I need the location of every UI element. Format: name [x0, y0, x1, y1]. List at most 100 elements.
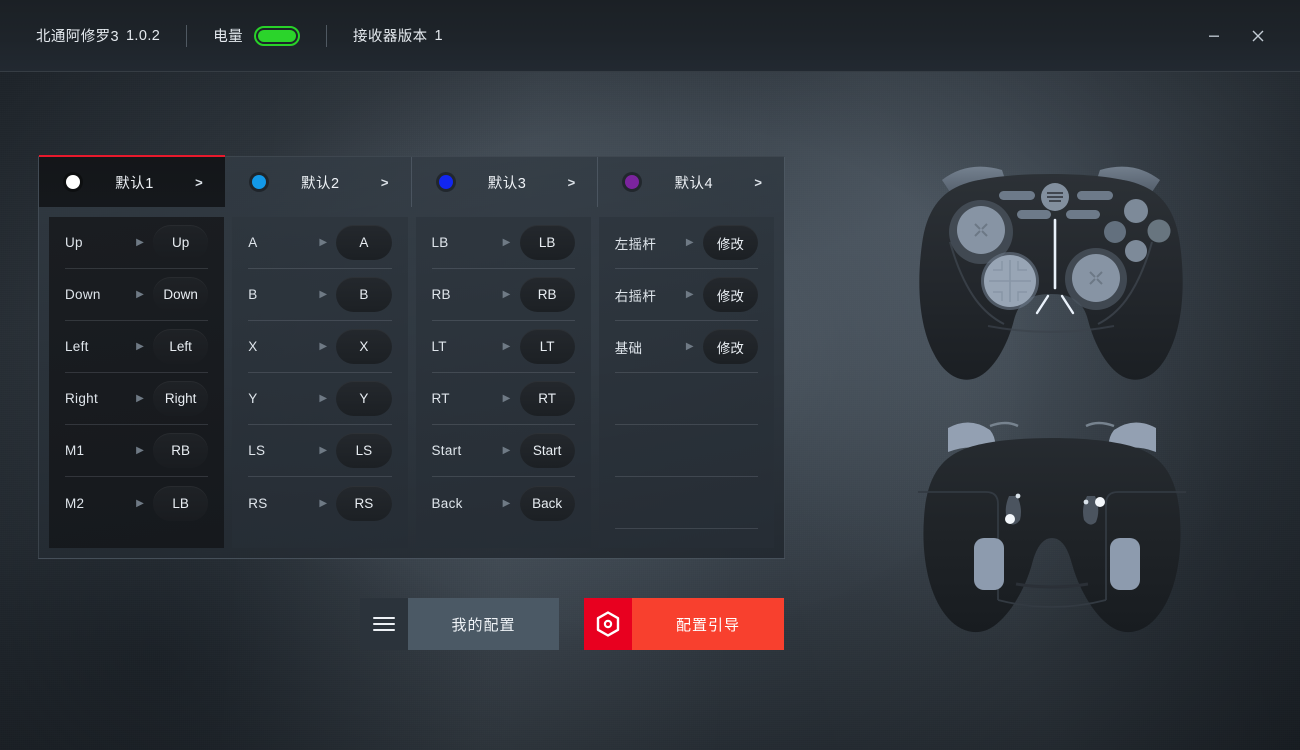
- modify-button[interactable]: 修改: [702, 277, 758, 312]
- chevron-right-icon[interactable]: >: [381, 175, 389, 190]
- mapping-target-button[interactable]: LT: [519, 329, 575, 364]
- mapping-row: Y ▶ Y: [248, 373, 392, 425]
- button-y: [1124, 199, 1148, 223]
- mapping-row: LB ▶ LB: [431, 217, 575, 269]
- config-guide-label: 配置引导: [632, 598, 784, 650]
- mapping-target-button[interactable]: RB: [519, 277, 575, 312]
- mapping-source-label: RS: [248, 495, 268, 511]
- product-name-and-version: 北通阿修罗3 1.0.2: [36, 25, 160, 46]
- arrow-right-icon: ▶: [502, 341, 511, 352]
- mapping-row: B ▶ B: [248, 269, 392, 321]
- arrow-right-icon: ▶: [502, 497, 511, 509]
- minimize-button[interactable]: [1196, 19, 1232, 53]
- mapping-source-label: Up: [65, 235, 83, 250]
- mapping-column-face-buttons: A ▶ A B ▶ B X ▶ X Y ▶ Y LS ▶ LS RS ▶ RS: [232, 217, 408, 548]
- tab-label: 默认4: [674, 175, 714, 192]
- my-config-label: 我的配置: [408, 598, 559, 650]
- arrow-right-icon: ▶: [136, 393, 144, 404]
- arrow-right-icon: ▶: [685, 237, 694, 248]
- mapping-source-label: LT: [431, 339, 447, 354]
- mapping-target-button[interactable]: Y: [336, 381, 392, 416]
- hexagon-target-icon-wrap[interactable]: [584, 598, 632, 650]
- mapping-row: M1 ▶ RB: [65, 425, 209, 477]
- gamepad-front-illustration: [919, 166, 1183, 380]
- modify-button[interactable]: 修改: [702, 225, 758, 260]
- mapping-target-button[interactable]: Up: [153, 225, 209, 260]
- mapping-source-label: Left: [65, 339, 89, 354]
- tab-profile-2[interactable]: 默认2 >: [225, 157, 412, 207]
- mapping-target-button[interactable]: LB: [153, 485, 209, 521]
- button-x: [1104, 221, 1126, 243]
- pairing-light-left: [1035, 294, 1050, 315]
- controller-body-back: [923, 438, 1181, 633]
- chevron-right-icon[interactable]: >: [195, 175, 203, 190]
- gamepad-back-illustration: [918, 421, 1186, 633]
- my-config-button[interactable]: 我的配置: [360, 598, 559, 650]
- mapping-column-shoulders: LB ▶ LB RB ▶ RB LT ▶ LT RT ▶ RT Start ▶ …: [415, 217, 591, 548]
- battery-icon: [254, 25, 301, 46]
- arrow-right-icon: ▶: [136, 341, 144, 352]
- mapping-target-button[interactable]: A: [336, 225, 392, 260]
- paddle-m2: [1110, 538, 1140, 590]
- mapping-target-button[interactable]: LB: [519, 225, 575, 260]
- mapping-target-button[interactable]: LS: [336, 433, 392, 468]
- battery-fill: [258, 29, 297, 42]
- pairing-light-right: [1060, 294, 1075, 315]
- title-bar: 北通阿修罗3 1.0.2 电量 接收器版本 1: [0, 0, 1300, 72]
- config-guide-button[interactable]: 配置引导: [584, 598, 784, 650]
- battery-door-seam: [1015, 582, 1089, 589]
- chevron-right-icon[interactable]: >: [754, 175, 762, 190]
- mapping-source-label: M2: [65, 495, 85, 511]
- receiver-version: 接收器版本 1: [353, 25, 443, 46]
- left-stick: [957, 206, 1005, 254]
- mapping-source-label: Back: [431, 495, 463, 511]
- mapping-source-label: B: [248, 287, 258, 302]
- chevron-right-icon[interactable]: >: [568, 175, 576, 190]
- mapping-row: Left ▶ Left: [65, 321, 209, 373]
- left-sensor-dot: [1005, 514, 1015, 524]
- arrow-right-icon: ▶: [136, 497, 144, 509]
- mapping-row: Right ▶ Right: [65, 373, 209, 425]
- mapping-row: 左摇杆 ▶ 修改: [614, 217, 758, 269]
- button-b: [1147, 219, 1171, 243]
- mapping-target-button[interactable]: X: [336, 329, 392, 364]
- mapping-row: RS ▶ RS: [248, 477, 392, 529]
- mapping-target-button[interactable]: RS: [336, 485, 392, 521]
- mapping-target-button[interactable]: Right: [153, 381, 209, 416]
- close-button[interactable]: [1240, 19, 1276, 53]
- mapping-source-label: RT: [431, 391, 450, 406]
- menu-button: [1077, 191, 1113, 200]
- mapping-target-button[interactable]: RT: [519, 381, 575, 416]
- tab-profile-3[interactable]: 默认3 >: [412, 157, 599, 207]
- tab-label: 默认3: [487, 175, 527, 192]
- mapping-row: LT ▶ LT: [431, 321, 575, 373]
- extra-button: [1066, 210, 1100, 219]
- left-sensor-small-dot: [1015, 493, 1021, 499]
- mapping-target-button[interactable]: RB: [153, 433, 209, 468]
- tab-profile-1[interactable]: 默认1 >: [39, 155, 225, 207]
- mapping-target-button[interactable]: Start: [519, 433, 575, 468]
- arrow-right-icon: ▶: [685, 289, 694, 300]
- view-button: [999, 191, 1035, 200]
- arrow-right-icon: ▶: [136, 237, 144, 248]
- product-name: 北通阿修罗3: [36, 29, 119, 45]
- mapping-row: LS ▶ LS: [248, 425, 392, 477]
- receiver-value: 1: [434, 27, 443, 44]
- mapping-column-sticks: 左摇杆 ▶ 修改 右摇杆 ▶ 修改 基础 ▶ 修改: [598, 217, 774, 548]
- mapping-source-label: 基础: [614, 340, 643, 356]
- mapping-target-button[interactable]: B: [336, 277, 392, 312]
- modify-button[interactable]: 修改: [702, 329, 758, 364]
- mapping-row: Down ▶ Down: [65, 269, 209, 321]
- mapping-target-button[interactable]: Back: [519, 485, 575, 521]
- arrow-right-icon: ▶: [685, 341, 694, 352]
- minimize-icon: [1209, 35, 1219, 37]
- mapping-target-button[interactable]: Down: [153, 277, 209, 312]
- share-button: [1017, 210, 1051, 219]
- bottom-actions: 我的配置 配置引导: [360, 598, 784, 650]
- mapping-target-button[interactable]: Left: [153, 329, 209, 364]
- hamburger-icon-wrap[interactable]: [360, 598, 408, 650]
- mapping-source-label: Right: [65, 391, 99, 406]
- mapping-row: M2 ▶ LB: [65, 477, 209, 529]
- gamepad-front-view: [880, 148, 1222, 408]
- tab-profile-4[interactable]: 默认4 >: [598, 157, 784, 207]
